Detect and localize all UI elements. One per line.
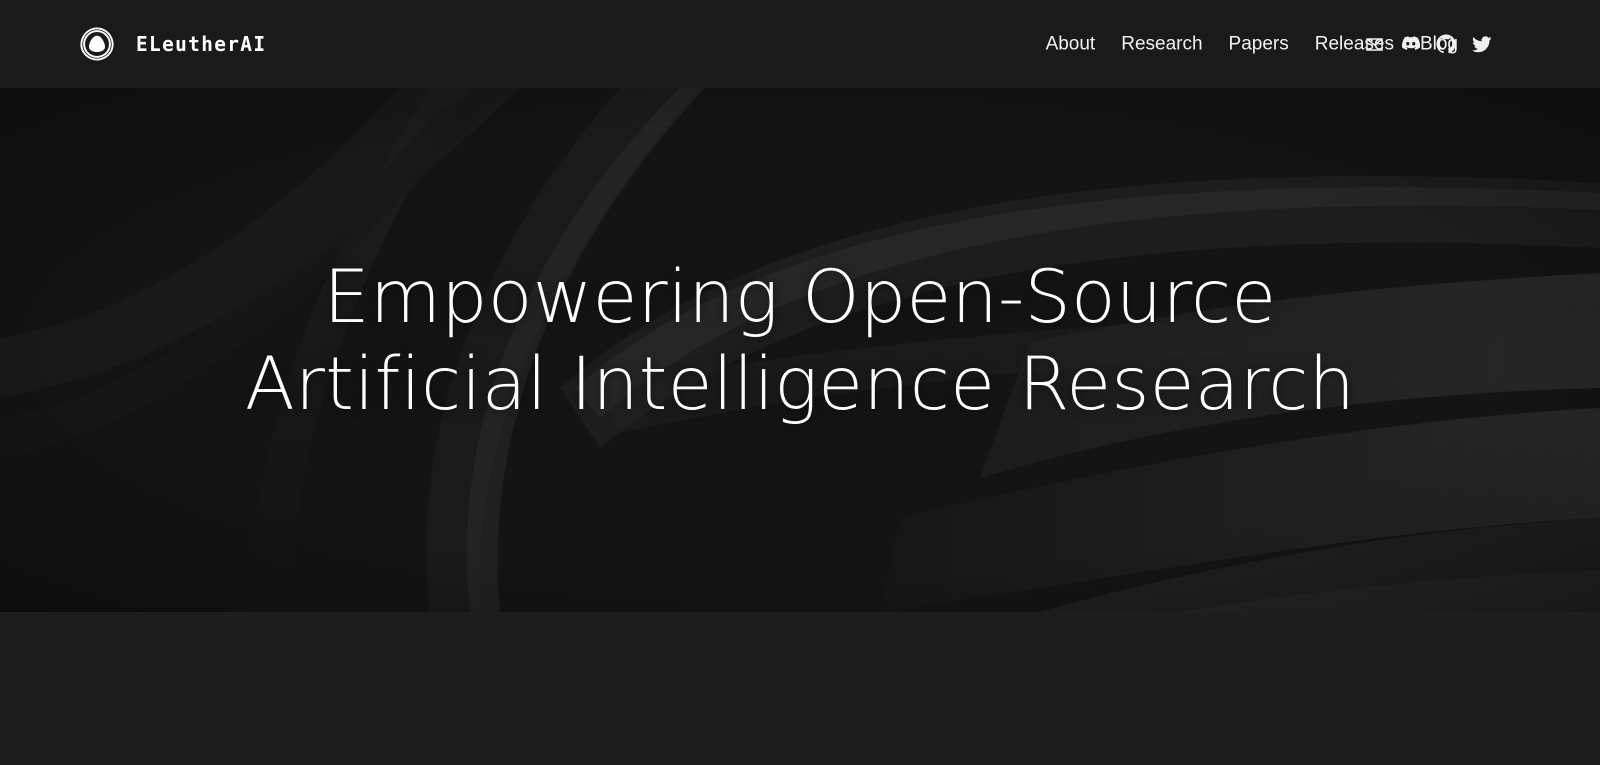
brand-wordmark: ELeutherAI: [136, 32, 267, 56]
hero-headline-line-1: Empowering Open-Source: [323, 255, 1277, 340]
social-navigation: [1364, 34, 1492, 54]
brand-logo-link[interactable]: ELeutherAI: [78, 25, 270, 63]
hero-content: Empowering Open-Source Artificial Intell…: [0, 88, 1600, 612]
nav-item-about[interactable]: About: [1046, 35, 1096, 54]
nav-item-papers[interactable]: Papers: [1229, 35, 1289, 54]
github-icon[interactable]: [1436, 34, 1456, 54]
eleutherai-logo-icon: [78, 25, 116, 63]
hero-section: Empowering Open-Source Artificial Intell…: [0, 88, 1600, 612]
mail-icon[interactable]: [1364, 34, 1384, 54]
nav-item-research[interactable]: Research: [1121, 35, 1202, 54]
discord-icon[interactable]: [1400, 34, 1420, 54]
page-body-section: [0, 612, 1600, 765]
hero-headline: Empowering Open-Source Artificial Intell…: [245, 254, 1355, 428]
hero-headline-line-2: Artificial Intelligence Research: [244, 342, 1356, 427]
twitter-icon[interactable]: [1472, 34, 1492, 54]
site-header: ELeutherAI About Research Papers Release…: [0, 0, 1600, 88]
